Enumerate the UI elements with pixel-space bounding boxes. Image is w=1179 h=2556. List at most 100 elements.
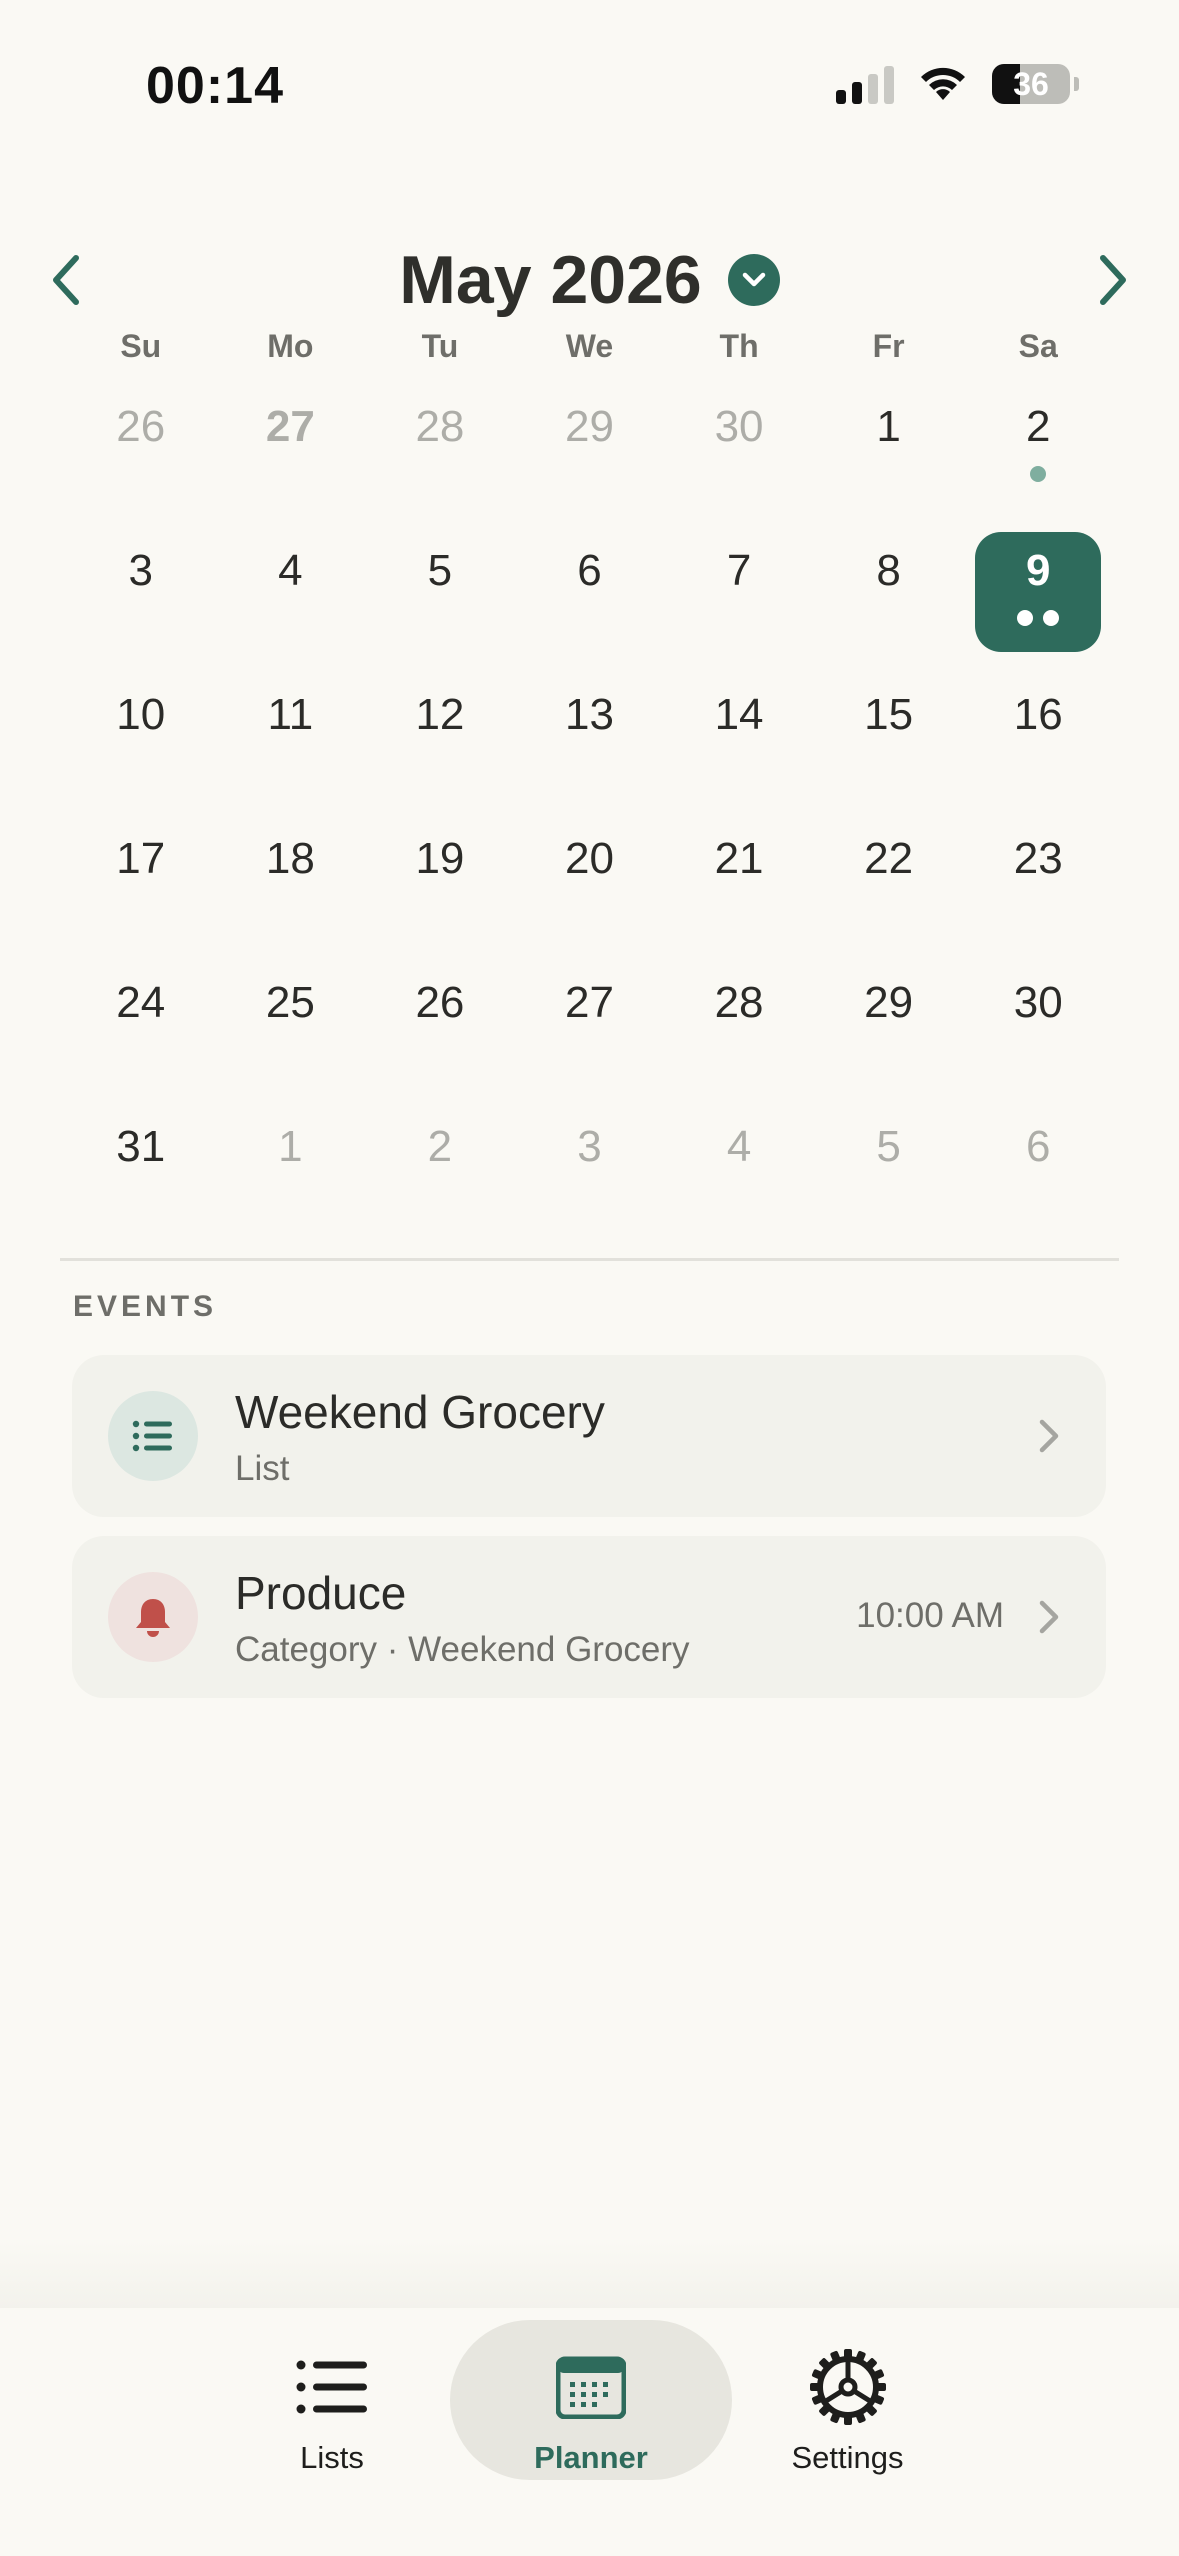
day-cell[interactable]: 12	[365, 668, 515, 812]
battery-icon: 36	[992, 64, 1070, 104]
status-time: 00:14	[146, 57, 284, 115]
event-icon-badge	[108, 1391, 198, 1481]
day-cell[interactable]: 26	[365, 956, 515, 1100]
day-number: 13	[565, 690, 614, 739]
day-number: 28	[714, 978, 764, 1027]
event-dot	[1043, 610, 1060, 626]
day-cell[interactable]: 1	[814, 380, 964, 524]
day-cell[interactable]: 5	[365, 524, 515, 668]
list-icon	[296, 2360, 367, 2414]
day-cell[interactable]: 31	[66, 1100, 216, 1244]
weekday-label: Fr	[872, 328, 905, 364]
day-cell[interactable]: 3	[515, 1100, 665, 1244]
event-chevron	[1024, 1411, 1074, 1461]
day-number: 25	[265, 978, 315, 1027]
events-section-label: EVENTS	[73, 1290, 218, 1323]
day-cell[interactable]: 29	[515, 380, 665, 524]
day-number: 5	[427, 546, 453, 595]
day-number: 19	[415, 834, 465, 883]
day-cell[interactable]: 11	[216, 668, 366, 812]
month-picker[interactable]: May 2026	[399, 241, 780, 319]
day-cell[interactable]: 18	[216, 812, 366, 956]
day-cell[interactable]: 23	[963, 812, 1113, 956]
month-dropdown-button[interactable]	[727, 254, 780, 306]
battery-level: 36	[1013, 65, 1049, 102]
day-cell[interactable]: 15	[814, 668, 964, 812]
weekday-label: Mo	[267, 328, 314, 364]
day-number: 3	[128, 546, 154, 595]
tab-settings[interactable]: Settings	[775, 2320, 920, 2476]
tab-bar-shadow	[0, 2240, 1179, 2310]
day-cell[interactable]: 28	[365, 380, 515, 524]
day-number: 20	[565, 834, 614, 883]
day-number: 3	[577, 1122, 602, 1171]
day-number: 8	[876, 546, 901, 595]
day-cell[interactable]: 6	[963, 1100, 1113, 1244]
day-cell[interactable]: 13	[515, 668, 665, 812]
day-cell[interactable]: 24	[66, 956, 216, 1100]
list-icon	[132, 1420, 172, 1452]
day-number: 30	[1013, 978, 1063, 1027]
event-time: 10:00 AM	[856, 1596, 1004, 1635]
day-cell[interactable]: 30	[963, 956, 1113, 1100]
event-dots	[1030, 466, 1047, 482]
chevron-right-icon	[1100, 255, 1126, 305]
day-cell[interactable]: 8	[814, 524, 964, 668]
day-number: 27	[565, 978, 614, 1027]
day-cell[interactable]: 1	[216, 1100, 366, 1244]
event-dot	[1017, 610, 1034, 626]
day-number: 2	[1025, 402, 1051, 451]
month-title: May 2026	[399, 242, 702, 318]
status-bar: 00:14 36	[0, 0, 1179, 170]
day-cell[interactable]: 4	[216, 524, 366, 668]
day-number: 27	[265, 402, 315, 451]
chevron-down-icon	[742, 272, 765, 287]
month-title-row: May 2026	[0, 241, 1179, 319]
day-cell[interactable]: 29	[814, 956, 964, 1100]
day-cell[interactable]: 16	[963, 668, 1113, 812]
event-title: Weekend Grocery	[235, 1386, 605, 1438]
day-cell[interactable]: 27	[515, 956, 665, 1100]
day-number: 26	[415, 978, 465, 1027]
day-cell[interactable]: 26	[66, 380, 216, 524]
day-cell[interactable]: 20	[515, 812, 665, 956]
tab-lists[interactable]: Lists	[262, 2320, 402, 2476]
day-number: 30	[714, 402, 764, 451]
day-number: 15	[864, 690, 914, 739]
day-cell[interactable]: 28	[664, 956, 814, 1100]
day-cell-selected[interactable]: 9	[963, 524, 1113, 668]
next-month-button[interactable]	[1083, 250, 1143, 310]
status-icons: 36	[836, 64, 1079, 104]
event-card-weekend-grocery[interactable]: Weekend Grocery List	[72, 1355, 1106, 1517]
wifi-icon	[921, 67, 965, 100]
day-cell[interactable]: 10	[66, 668, 216, 812]
bell-icon	[136, 1599, 170, 1637]
tab-planner[interactable]: Planner	[450, 2320, 732, 2480]
day-cell[interactable]: 7	[664, 524, 814, 668]
chevron-right-icon	[1039, 1419, 1059, 1453]
day-number: 7	[726, 546, 752, 595]
day-cell[interactable]: 27	[216, 380, 366, 524]
day-cell[interactable]: 30	[664, 380, 814, 524]
day-cell[interactable]: 6	[515, 524, 665, 668]
day-cell[interactable]: 3	[66, 524, 216, 668]
calendar-grid: 26 27 28 29 30 1 2 3 4 5 6 7 8 9 10 11 12 13 14 15 16 17 18 19 2…	[66, 380, 1113, 1244]
day-cell[interactable]: 2	[963, 380, 1113, 524]
day-number: 10	[116, 690, 166, 739]
day-cell[interactable]: 17	[66, 812, 216, 956]
day-cell[interactable]: 21	[664, 812, 814, 956]
day-cell[interactable]: 14	[664, 668, 814, 812]
day-number: 6	[577, 546, 602, 595]
day-cell[interactable]: 25	[216, 956, 366, 1100]
weekday-label: Tu	[421, 328, 459, 364]
day-cell[interactable]: 4	[664, 1100, 814, 1244]
day-cell[interactable]: 2	[365, 1100, 515, 1244]
calendar-header: May 2026	[0, 225, 1179, 335]
day-number: 31	[116, 1122, 166, 1171]
day-cell[interactable]: 5	[814, 1100, 964, 1244]
day-number: 2	[427, 1122, 453, 1171]
event-card-produce[interactable]: Produce Category · Weekend Grocery 10:00…	[72, 1536, 1106, 1698]
weekday-label: Th	[719, 328, 759, 364]
day-cell[interactable]: 19	[365, 812, 515, 956]
day-cell[interactable]: 22	[814, 812, 964, 956]
